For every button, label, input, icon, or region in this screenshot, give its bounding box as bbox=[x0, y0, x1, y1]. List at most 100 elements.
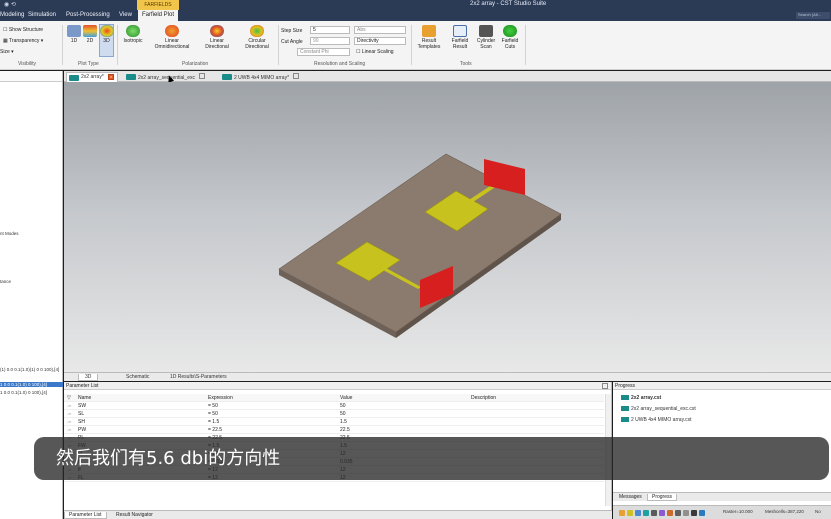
circular-directional-label: Circular Directional bbox=[245, 38, 269, 50]
plot-2d-button[interactable]: 2D bbox=[83, 25, 97, 44]
progress-item[interactable]: 2x2 array.cst bbox=[621, 395, 661, 401]
plot-1d-button[interactable]: 1D bbox=[67, 25, 81, 44]
parameter-list-title: Parameter List bbox=[64, 382, 611, 390]
table-row[interactable]: -∞ SL = 50 50 bbox=[64, 410, 604, 418]
axes-icon[interactable] bbox=[667, 510, 673, 516]
tab-post-processing[interactable]: Post-Processing bbox=[66, 12, 110, 18]
column-description[interactable]: Description bbox=[471, 395, 496, 401]
linear-omni-button[interactable]: Linear Omnidirectional bbox=[152, 25, 192, 50]
doc-tab-uwb-mimo[interactable]: 2 UWB 4x4 MIMO array* bbox=[220, 72, 302, 82]
plot-2d-label: 2D bbox=[86, 38, 94, 44]
close-icon[interactable] bbox=[602, 383, 608, 389]
plot-1d-label: 1D bbox=[70, 38, 78, 44]
tab-simulation[interactable]: Simulation bbox=[28, 12, 56, 18]
param-expression: = 50 bbox=[208, 403, 218, 409]
view-icon[interactable] bbox=[683, 510, 689, 516]
row-expand-icon[interactable]: -∞ bbox=[67, 411, 71, 416]
plot-3d-button[interactable]: 3D bbox=[99, 24, 114, 57]
abs-dropdown[interactable]: Abs bbox=[354, 26, 406, 34]
transparency-dropdown[interactable]: ▦ Transparency ▾ bbox=[3, 38, 43, 44]
quick-access-icon[interactable]: ◉ ⟲ bbox=[4, 1, 16, 8]
3d-viewport[interactable] bbox=[64, 82, 831, 372]
row-expand-icon[interactable]: -∞ bbox=[67, 427, 71, 432]
farfield-result-label: Farfield Result bbox=[451, 38, 469, 50]
tree-item[interactable]: tance bbox=[0, 279, 11, 284]
result-templates-icon bbox=[422, 25, 436, 37]
lightbulb-icon[interactable] bbox=[627, 510, 633, 516]
cylinder-scan-icon bbox=[479, 25, 493, 37]
tab-progress[interactable]: Progress bbox=[647, 494, 678, 501]
close-icon[interactable] bbox=[293, 73, 300, 79]
step-size-label: Step Size bbox=[281, 28, 303, 34]
plot-3d-icon bbox=[100, 25, 114, 37]
step-size-input[interactable]: 5 bbox=[310, 26, 350, 34]
farfield-result-button[interactable]: Farfield Result bbox=[447, 25, 473, 50]
antenna-model[interactable] bbox=[64, 82, 831, 372]
view-icon[interactable] bbox=[699, 510, 705, 516]
filter-icon[interactable]: ▽ bbox=[67, 395, 71, 401]
view-icon[interactable] bbox=[691, 510, 697, 516]
linear-omni-label: Linear Omnidirectional bbox=[154, 38, 190, 50]
close-icon[interactable] bbox=[199, 73, 206, 79]
tab-view[interactable]: View bbox=[119, 12, 132, 18]
param-name: SW bbox=[78, 403, 87, 409]
search-input[interactable]: Search (Alt... bbox=[796, 12, 830, 19]
tab-modeling[interactable]: Modeling bbox=[0, 12, 24, 18]
grid-icon[interactable] bbox=[635, 510, 641, 516]
size-label: Size bbox=[0, 49, 10, 55]
table-row[interactable]: -∞ SW = 50 50 bbox=[64, 402, 604, 410]
isotropic-button[interactable]: Isotropic bbox=[120, 25, 146, 44]
linear-directional-button[interactable]: Linear Directional bbox=[200, 25, 234, 50]
video-subtitle: 然后我们有5.6 dbi的方向性 bbox=[34, 437, 829, 480]
tab-messages[interactable]: Messages bbox=[615, 494, 646, 500]
settings-icon[interactable] bbox=[651, 510, 657, 516]
close-icon[interactable]: × bbox=[108, 74, 115, 80]
plot-1d-icon bbox=[67, 25, 81, 37]
view-icon[interactable] bbox=[675, 510, 681, 516]
isotropic-label: Isotropic bbox=[123, 38, 143, 44]
table-row[interactable]: -∞ PW = 22.5 22.5 bbox=[64, 426, 604, 434]
progress-item[interactable]: 2 UWB 4x4 MIMO array.cst bbox=[621, 417, 691, 423]
tree-item[interactable]: (1) 0.0 0.1(1.0)(1) 0 0 100),[4] bbox=[0, 367, 59, 372]
farfield-cuts-button[interactable]: Farfield Cuts bbox=[499, 25, 521, 50]
tab-result-navigator[interactable]: Result Navigator bbox=[112, 512, 157, 518]
result-templates-button[interactable]: Result Templates bbox=[414, 25, 444, 50]
viewport-tabs: 3D Schematic 1D Results\S-Parameters bbox=[64, 372, 831, 381]
table-row[interactable]: -∞ SH = 1.5 1.5 bbox=[64, 418, 604, 426]
column-name[interactable]: Name bbox=[78, 395, 91, 401]
directivity-dropdown[interactable]: Directivity bbox=[354, 37, 406, 45]
doc-tab-2x2-array[interactable]: 2x2 array* × bbox=[66, 72, 119, 82]
tab-farfield-plot[interactable]: Farfield Plot bbox=[138, 10, 179, 21]
ribbon: ☐ Show Structure ▦ Transparency ▾ Size ▾… bbox=[0, 21, 831, 70]
tree-item-selected[interactable]: 1 0.0 0.1(1.0) 0 100),[4] bbox=[0, 382, 63, 387]
tab-3d[interactable]: 3D bbox=[78, 374, 99, 381]
separator bbox=[278, 25, 279, 65]
tab-parameter-list[interactable]: Parameter List bbox=[64, 512, 107, 519]
tab-schematic[interactable]: Schematic bbox=[120, 374, 155, 380]
progress-item[interactable]: 2x2 array_sequential_exc.cst bbox=[621, 406, 696, 412]
column-expression[interactable]: Expression bbox=[208, 395, 233, 401]
cut-angle-input[interactable]: 90 bbox=[310, 37, 350, 45]
linear-scaling-label: Linear Scaling bbox=[361, 49, 394, 55]
tree-item[interactable]: nt Modes bbox=[0, 231, 19, 236]
row-expand-icon[interactable]: -∞ bbox=[67, 419, 71, 424]
mesh-icon[interactable] bbox=[659, 510, 665, 516]
size-control[interactable]: Size ▾ bbox=[0, 49, 14, 55]
cube-icon[interactable] bbox=[643, 510, 649, 516]
param-value: 22.5 bbox=[340, 427, 350, 433]
param-name: SL bbox=[78, 411, 85, 417]
parameter-bottom-tabs: Parameter List Result Navigator bbox=[64, 510, 612, 519]
warning-icon[interactable] bbox=[619, 510, 625, 516]
result-templates-label: Result Templates bbox=[417, 38, 441, 50]
linear-scaling-checkbox[interactable]: ☐ Linear Scaling bbox=[356, 49, 394, 55]
cylinder-scan-button[interactable]: Cylinder Scan bbox=[474, 25, 498, 50]
show-structure-checkbox[interactable]: ☐ Show Structure bbox=[3, 27, 43, 33]
tab-1d-results[interactable]: 1D Results\S-Parameters bbox=[164, 374, 233, 380]
constant-phi-dropdown[interactable]: Constant Phi bbox=[297, 48, 350, 56]
circular-directional-button[interactable]: Circular Directional bbox=[240, 25, 274, 50]
farfield-cuts-icon bbox=[503, 25, 517, 37]
row-expand-icon[interactable]: -∞ bbox=[67, 403, 71, 408]
tree-item[interactable]: 1 0.0 0.1(1.0) 0 100),[4] bbox=[0, 390, 47, 395]
column-value[interactable]: Value bbox=[340, 395, 352, 401]
document-tabs: 2x2 array* × 2x2 array_sequential_exc 2 … bbox=[64, 71, 831, 82]
